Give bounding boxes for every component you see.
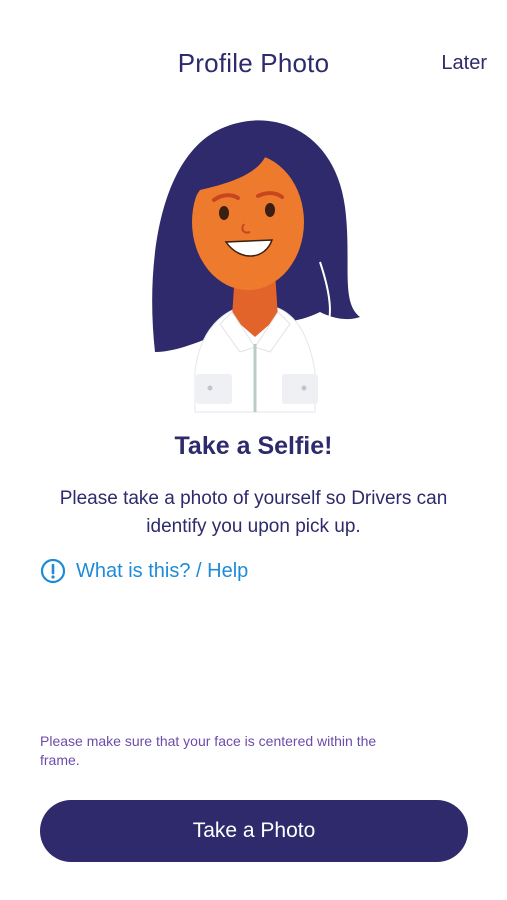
instructions-text: Please take a photo of yourself so Drive… bbox=[59, 488, 448, 537]
help-link-label: What is this? / Help bbox=[76, 559, 249, 582]
face-hint-text: Please make sure that your face is cente… bbox=[40, 733, 377, 768]
later-button[interactable]: Later bbox=[441, 52, 487, 75]
info-circle-icon bbox=[40, 558, 66, 584]
woman-avatar-icon bbox=[152, 120, 360, 413]
selfie-heading: Take a Selfie! bbox=[174, 432, 333, 460]
take-photo-button[interactable]: Take a Photo bbox=[40, 800, 468, 862]
page-title: Profile Photo bbox=[177, 48, 330, 78]
selfie-illustration bbox=[140, 112, 370, 420]
help-link[interactable]: What is this? / Help bbox=[40, 558, 248, 584]
